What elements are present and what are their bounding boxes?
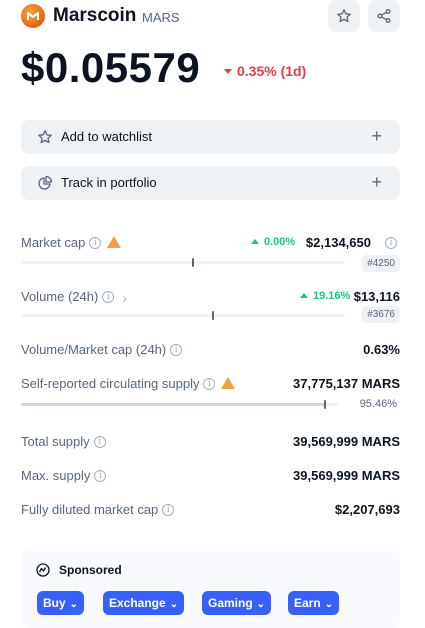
track-in-portfolio-label: Track in portfolio [61,175,157,190]
volume-label: Volume (24h) [21,289,99,304]
volume-value: $13,116 [353,289,400,304]
watchlist-star-button[interactable] [328,0,360,32]
coin-header: Marscoin MARS [21,0,401,32]
info-icon[interactable]: i [203,377,216,390]
max-supply-label: Max. supply [21,468,91,483]
warning-icon[interactable] [107,235,122,248]
info-icon[interactable]: i [385,237,397,249]
info-icon[interactable]: i [89,236,102,249]
sponsored-title: Sponsored [59,563,122,577]
market-cap-row: Market cap i [21,235,122,250]
circ-supply-percent: 95.46% [359,398,397,410]
caret-up-icon [251,238,259,244]
circ-supply-bar [21,400,339,409]
add-to-watchlist-label: Add to watchlist [61,129,153,144]
circ-supply-label: Self-reported circulating supply [21,376,200,391]
coin-price: $0.05579 [21,44,201,91]
caret-down-icon [224,68,232,74]
gaming-label: Gaming [208,596,253,610]
exchange-button[interactable]: Exchange ⌄ [103,591,185,615]
circ-supply-bar-fill [21,403,325,406]
exchange-label: Exchange [109,596,166,610]
price-change-1d: 0.35% (1d) [224,63,306,79]
market-cap-value: $2,134,650 [305,235,371,250]
chevron-down-icon: ⌄ [256,599,266,610]
info-icon[interactable]: i [93,435,106,448]
chevron-down-icon: ⌄ [324,599,334,610]
market-cap-label: Market cap [21,235,86,250]
info-icon[interactable]: i [102,290,115,303]
coinmarketcap-icon [36,563,50,577]
circ-supply-row: Self-reported circulating supply i [21,376,236,391]
add-to-watchlist-button[interactable]: Add to watchlist + [21,120,400,154]
market-cap-bar [21,258,345,267]
info-icon[interactable]: i [162,503,175,516]
total-supply-label: Total supply [21,434,90,449]
market-cap-bar-marker [192,258,194,267]
fdmc-value: $2,207,693 [334,502,400,517]
sponsored-panel: Sponsored Buy ⌄ Exchange ⌄ Gaming ⌄ Earn ⌄ [21,549,400,628]
caret-up-icon [300,292,308,298]
buy-label: Buy [43,596,66,610]
share-icon [377,9,391,23]
gaming-button[interactable]: Gaming ⌄ [202,591,272,615]
volume-row: Volume (24h) i › [21,289,127,306]
market-cap-change-value: 0.00% [264,236,296,248]
vol-mcap-row: Volume/Market cap (24h) i [21,342,183,357]
circ-supply-bar-marker [323,400,326,409]
plus-icon: + [371,126,382,146]
plus-icon: + [371,172,382,192]
share-button[interactable] [368,0,400,32]
fdmc-row: Fully diluted market cap i [21,502,175,517]
total-supply-value: 39,569,999 MARS [293,434,400,449]
star-icon [38,130,52,144]
fdmc-label: Fully diluted market cap [21,502,159,517]
buy-button[interactable]: Buy ⌄ [37,591,85,615]
coin-name: Marscoin [53,5,137,26]
circ-supply-value: 37,775,137 MARS [293,376,400,391]
track-in-portfolio-button[interactable]: Track in portfolio + [21,166,400,200]
volume-change-value: 19.16% [313,290,351,302]
max-supply-row: Max. supply i [21,468,107,483]
chevron-down-icon: ⌄ [69,599,79,610]
warning-icon[interactable] [221,376,236,389]
info-icon[interactable]: i [170,343,183,356]
total-supply-row: Total supply i [21,434,106,449]
chevron-down-icon: ⌄ [169,599,179,610]
market-cap-change: 0.00% [251,236,295,248]
volume-change: 19.16% [300,290,350,302]
marscoin-logo-icon [21,4,45,28]
market-cap-rank: #4250 [362,255,400,272]
volume-bar [21,311,345,320]
pie-chart-icon [38,175,53,190]
max-supply-value: 39,569,999 MARS [293,468,400,483]
star-icon [337,9,351,23]
volume-bar-marker [212,311,214,320]
vol-mcap-value: 0.63% [363,342,400,357]
price-change-value: 0.35% (1d) [237,63,307,79]
volume-rank: #3676 [362,306,400,323]
chevron-right-icon[interactable]: › [122,290,127,306]
vol-mcap-label: Volume/Market cap (24h) [21,342,167,357]
coin-symbol: MARS [142,10,180,25]
earn-label: Earn [294,596,321,610]
info-icon[interactable]: i [94,469,107,482]
earn-button[interactable]: Earn ⌄ [288,591,340,615]
